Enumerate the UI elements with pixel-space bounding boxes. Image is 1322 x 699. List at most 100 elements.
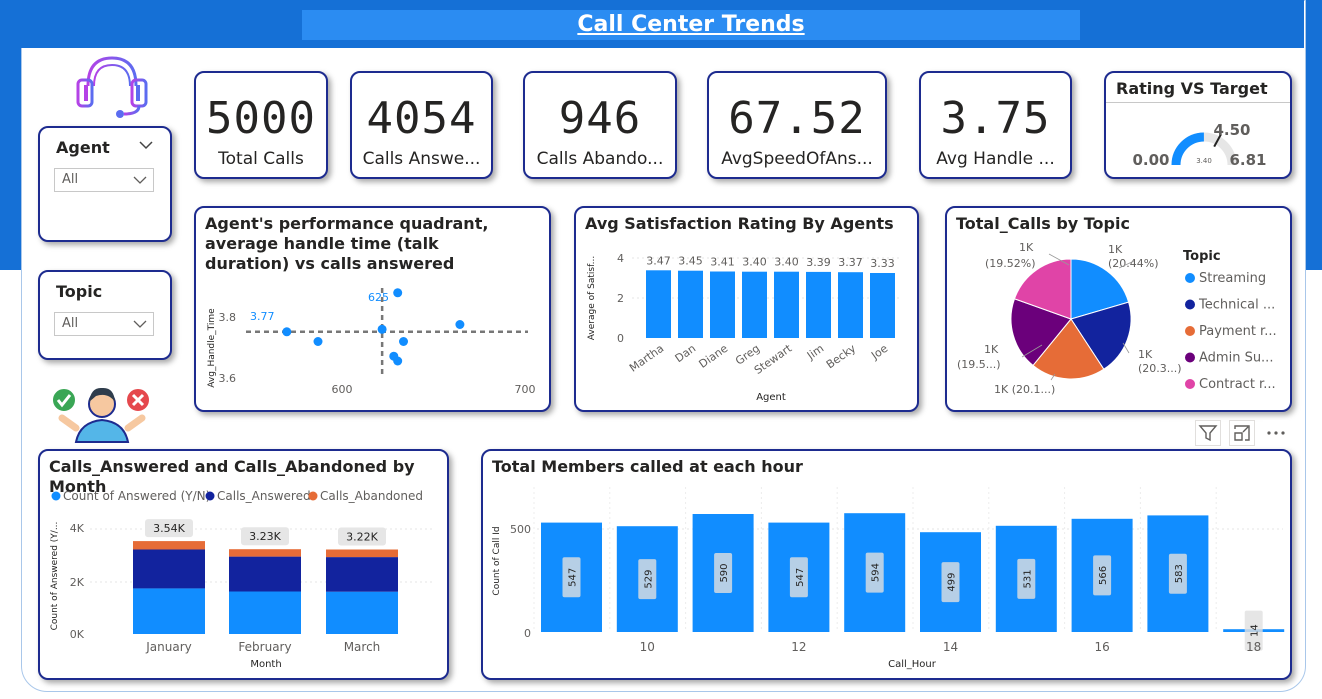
kpi-label: Avg Handle ... [936, 149, 1055, 169]
ref-line-x-label: 625 [368, 291, 389, 304]
focus-mode-button[interactable] [1229, 420, 1255, 446]
legend-marker [308, 491, 318, 501]
scatter-point [313, 337, 323, 346]
pie-label-contract: 1K [1019, 241, 1034, 254]
x-tick-label: 600 [332, 383, 353, 396]
y-tick-label: 4 [617, 252, 624, 265]
agent-dropdown[interactable]: All [54, 168, 154, 192]
x-tick-label: 10 [640, 640, 655, 654]
x-tick-label: 16 [1094, 640, 1109, 654]
gauge-max-label: 6.81 [1229, 151, 1266, 169]
legend-label: Streaming [1199, 271, 1266, 286]
hourly-chart-card: Total Members called at each hour Count … [481, 449, 1292, 680]
satisfaction-chart-card: Avg Satisfaction Rating By Agents Averag… [574, 206, 919, 412]
stacked-bar-segment [133, 541, 205, 550]
bar-value-label: 14 [1250, 624, 1261, 637]
x-tick-label: March [344, 640, 381, 654]
kpi-total-calls: 5000 Total Calls [194, 71, 328, 179]
kpi-avg-handle-time: 3.75 Avg Handle ... [919, 71, 1072, 179]
agent-slicer-title: Agent [56, 138, 110, 157]
gauge-value-label: 3.40 [1196, 157, 1212, 165]
agent-slicer: Agent All [38, 126, 172, 242]
gauge-card: Rating VS Target 3.40 0.00 6.81 4.50 [1104, 71, 1292, 179]
more-options-icon [1267, 431, 1285, 435]
rating-gauge: 3.40 0.00 6.81 4.50 [1132, 121, 1266, 169]
satisfaction-bar [806, 271, 831, 338]
pie-legend-title: Topic [1183, 249, 1221, 264]
kpi-label: Calls Answe... [362, 149, 481, 169]
legend-label: Count of Answered (Y/N) [63, 489, 210, 503]
satisfaction-bar [870, 273, 895, 338]
legend-marker [1185, 299, 1195, 310]
satisfaction-bar [774, 271, 799, 338]
x-tick-label: Joe [868, 342, 890, 363]
x-tick-label: February [238, 640, 291, 654]
satisfaction-bar [678, 270, 703, 338]
bar-value-label: 3.40 [742, 256, 767, 269]
pie-label-streaming-pct: (20.44%) [1108, 257, 1159, 270]
topic-dropdown[interactable]: All [54, 312, 154, 336]
hourly-bar-chart: Count of Call Id Call_Hour 500 0 547 529 5… [492, 487, 1285, 670]
satisfaction-bar [710, 271, 735, 338]
gauge-title: Rating VS Target [1116, 79, 1268, 98]
more-options-button[interactable] [1263, 420, 1289, 446]
legend-marker [1185, 379, 1195, 389]
bar-value-label: 3.47 [646, 254, 671, 267]
scatter-point [455, 320, 465, 329]
stacked-bar-segment [326, 557, 398, 592]
legend-label: Calls_Abandoned [320, 489, 423, 503]
legend-marker [1185, 273, 1195, 283]
x-tick-label: Martha [627, 342, 666, 375]
headset-icon [76, 56, 148, 118]
legend-marker [205, 491, 215, 501]
kpi-calls-answered: 4054 Calls Answe... [350, 71, 493, 179]
y-tick-label: 0 [524, 627, 531, 640]
x-tick-label: Becky [824, 342, 859, 372]
scatter-point [377, 324, 387, 334]
stacked-bar-segment [229, 556, 301, 592]
y-tick-label: 0 [617, 332, 624, 345]
filter-button[interactable] [1195, 420, 1221, 446]
y-tick-label: 4K [70, 522, 85, 535]
legend-marker [51, 491, 61, 501]
kpi-value: 67.52 [728, 93, 866, 144]
kpi-calls-abandoned: 946 Calls Abando... [523, 71, 677, 179]
satisfaction-y-axis-label: Average of Satisf... [587, 256, 597, 340]
monthly-x-axis-label: Month [250, 659, 281, 670]
monthly-stacked-bar-chart: Count of Answered (Y/N) Calls_Answered C… [50, 489, 435, 670]
bar-value-label: 547 [568, 568, 579, 587]
agent-decision-icon [51, 387, 151, 443]
satisfaction-bar [838, 272, 863, 338]
bar-value-label: 3.45 [678, 255, 703, 268]
x-tick-label: 18 [1246, 640, 1261, 654]
satisfaction-bar [742, 271, 767, 338]
quadrant-chart-card: Agent's performance quadrant, average ha… [194, 206, 551, 412]
total-label: 3.22K [346, 531, 378, 544]
kpi-value: 4054 [366, 93, 477, 144]
topic-dropdown-value: All [62, 316, 79, 331]
chevron-down-icon[interactable] [138, 140, 154, 150]
bar-value-label: 3.37 [838, 256, 863, 269]
hourly-y-axis-label: Count of Call Id [492, 526, 502, 595]
satisfaction-bar-chart: Average of Satisf... Agent 4 2 0 3.47 Mar… [587, 252, 901, 403]
bar-value-label: 583 [1174, 564, 1185, 583]
legend-label: Payment r... [1199, 324, 1277, 339]
chevron-down-icon [133, 320, 147, 328]
legend-label: Contract r... [1199, 377, 1276, 392]
x-tick-label: 700 [515, 383, 536, 396]
kpi-avg-speed-of-answer: 67.52 AvgSpeedOfAns... [707, 71, 887, 179]
stacked-bar-segment [133, 549, 205, 589]
x-tick-label: Stewart [752, 341, 795, 376]
legend-label: Calls_Answered [217, 489, 311, 503]
topic-slicer: Topic All [38, 270, 172, 360]
legend-marker [1185, 352, 1195, 363]
gauge-target-label: 4.50 [1213, 121, 1250, 139]
x-tick-label: 12 [791, 640, 806, 654]
bar-value-label: 499 [947, 573, 958, 592]
stacked-bar-segment [133, 588, 205, 634]
pie-label-technical-pct: (20.3...) [1138, 362, 1182, 375]
focus-mode-icon [1234, 425, 1250, 441]
filter-icon [1198, 425, 1218, 442]
y-tick-label: 500 [510, 523, 531, 536]
bar-value-label: 3.33 [870, 257, 895, 270]
